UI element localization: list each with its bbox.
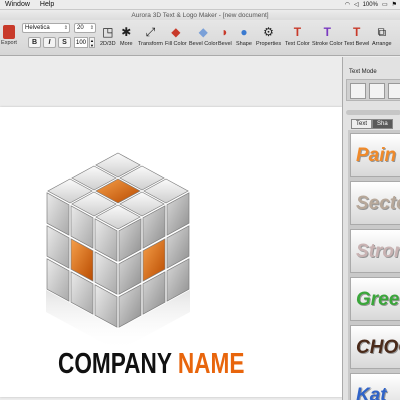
rubik-cube (46, 152, 190, 351)
style-preset[interactable]: Kat (350, 373, 400, 400)
font-size-field[interactable]: 20 ⇕ (74, 23, 96, 33)
export-label: Export (1, 40, 17, 46)
bevel-icon: ◗ (221, 25, 229, 39)
export-icon (3, 25, 15, 39)
style-preset-label: Pain (356, 145, 397, 166)
chevron-down-icon: ⇕ (89, 25, 94, 31)
text-mode-option[interactable] (350, 83, 366, 99)
screen: Window Help ◠ ◁ 100% ▭ ⚑ Aurora 3D Text … (0, 0, 400, 400)
tool-label: Stroke Color (312, 41, 343, 47)
battery-percent: 100% (362, 1, 378, 8)
tool-stroke-color[interactable]: T Stroke Color (312, 23, 343, 53)
tool-label: Transform (138, 41, 163, 47)
bold-button[interactable]: B (28, 37, 41, 48)
battery-icon[interactable]: ▭ (382, 1, 388, 8)
style-preset-label: Gree (356, 289, 400, 310)
export-button[interactable]: Export (0, 23, 18, 53)
style-preset[interactable]: Stron (350, 229, 400, 273)
style-preset[interactable]: CHOC (350, 325, 400, 369)
tool-2d-3d[interactable]: ◳ 2D/3D (100, 23, 116, 53)
logo-word-company: COMPANY (58, 348, 172, 380)
transform-icon: ⤢ (145, 25, 156, 39)
style-preset[interactable]: Secto (350, 181, 400, 225)
tool-label: Fill Color (165, 41, 187, 47)
style-preset[interactable]: Pain (350, 133, 400, 177)
status-area: ◠ ◁ 100% ▭ ⚑ (345, 1, 400, 9)
more-icon: ✱ (121, 25, 132, 39)
percent-field[interactable]: 100 (74, 37, 88, 48)
text-mode-option[interactable] (388, 83, 400, 99)
wifi-icon[interactable]: ◠ (345, 1, 350, 8)
chevron-down-icon: ⇕ (63, 25, 68, 31)
font-size-value: 20 (77, 25, 84, 31)
menu-window[interactable]: Window (0, 0, 35, 10)
percent-stepper[interactable]: ▲ ▼ (89, 37, 95, 48)
logo-text[interactable]: COMPANY NAME (58, 348, 244, 381)
tool-label: Properties (256, 41, 282, 47)
style-preset-label: Stron (356, 241, 400, 262)
tool-text-color[interactable]: T Text Color (285, 23, 310, 53)
bevel-color-icon: ◆ (198, 25, 208, 39)
style-tabs: Text Sha (351, 119, 393, 129)
2d-3d-icon: ◳ (102, 25, 114, 39)
tool-label: Text Color (285, 41, 310, 47)
style-preset-label: Secto (356, 193, 400, 214)
tool-arrange[interactable]: ⧉ Arrange (372, 23, 392, 53)
shape-icon: ● (240, 25, 248, 39)
tool-label: 2D/3D (100, 41, 116, 47)
text-bevel-icon: T (353, 25, 361, 39)
font-family-select[interactable]: Helvetica ⇕ (22, 23, 70, 33)
window-titlebar: Aurora 3D Text & Logo Maker - [new docum… (0, 10, 400, 20)
text-mode-selector (346, 79, 400, 101)
italic-button[interactable]: I (43, 37, 56, 48)
tool-label: Bevel (218, 41, 232, 47)
fill-color-icon: ◆ (171, 25, 181, 39)
tool-label: Arrange (372, 41, 392, 47)
properties-icon: ⚙ (263, 25, 274, 39)
logo-word-name: NAME (177, 348, 245, 380)
stroke-color-icon: T (323, 25, 331, 39)
tool-fill-color[interactable]: ◆ Fill Color (165, 23, 187, 53)
text-color-icon: T (293, 25, 302, 39)
design-canvas[interactable]: COMPANY NAME (0, 107, 342, 397)
tool-label: Bevel Color (189, 41, 218, 47)
tool-properties[interactable]: ⚙ Properties (256, 23, 281, 53)
text-mode-label: Text Mode (349, 69, 377, 75)
tool-bevel-color[interactable]: ◆ Bevel Color (189, 23, 217, 53)
panel-scrollbar[interactable] (346, 110, 400, 115)
style-list: Pain Secto Stron Gree CHOC Kat (348, 130, 400, 400)
style-preset-label: Kat (356, 385, 387, 400)
tool-shape[interactable]: ● Shape (236, 23, 252, 53)
flag-icon[interactable]: ⚑ (392, 1, 397, 8)
tool-more[interactable]: ✱ More (120, 23, 133, 53)
tool-text-bevel[interactable]: T Text Bevel (344, 23, 369, 53)
font-family-value: Helvetica (25, 25, 50, 31)
tab-shape[interactable]: Sha (372, 119, 393, 129)
style-preset[interactable]: Gree (350, 277, 400, 321)
style-preset-label: CHOC (356, 337, 400, 358)
menu-bar: Window Help ◠ ◁ 100% ▭ ⚑ (0, 0, 400, 10)
volume-icon[interactable]: ◁ (354, 1, 359, 8)
tool-label: More (120, 41, 133, 47)
tool-label: Shape (236, 41, 252, 47)
menu-help[interactable]: Help (35, 0, 59, 10)
arrange-icon: ⧉ (377, 25, 387, 39)
tool-label: Text Bevel (344, 41, 370, 47)
window-title: Aurora 3D Text & Logo Maker - [new docum… (131, 11, 269, 19)
tool-transform[interactable]: ⤢ Transform (138, 23, 163, 53)
right-panel: Text Mode Text Sha Pain Secto Stron Gree CHO… (342, 57, 400, 400)
tool-bevel[interactable]: ◗ Bevel (218, 23, 232, 53)
app-window: Aurora 3D Text & Logo Maker - [new docum… (0, 10, 400, 400)
toolbar: Export Helvetica ⇕ 20 ⇕ B I S 100 ▲ ▼ ◳ 2… (0, 20, 400, 56)
canvas-area: COMPANY NAME (0, 57, 342, 400)
tab-text[interactable]: Text (351, 119, 373, 129)
strike-button[interactable]: S (58, 37, 71, 48)
text-mode-option[interactable] (369, 83, 385, 99)
